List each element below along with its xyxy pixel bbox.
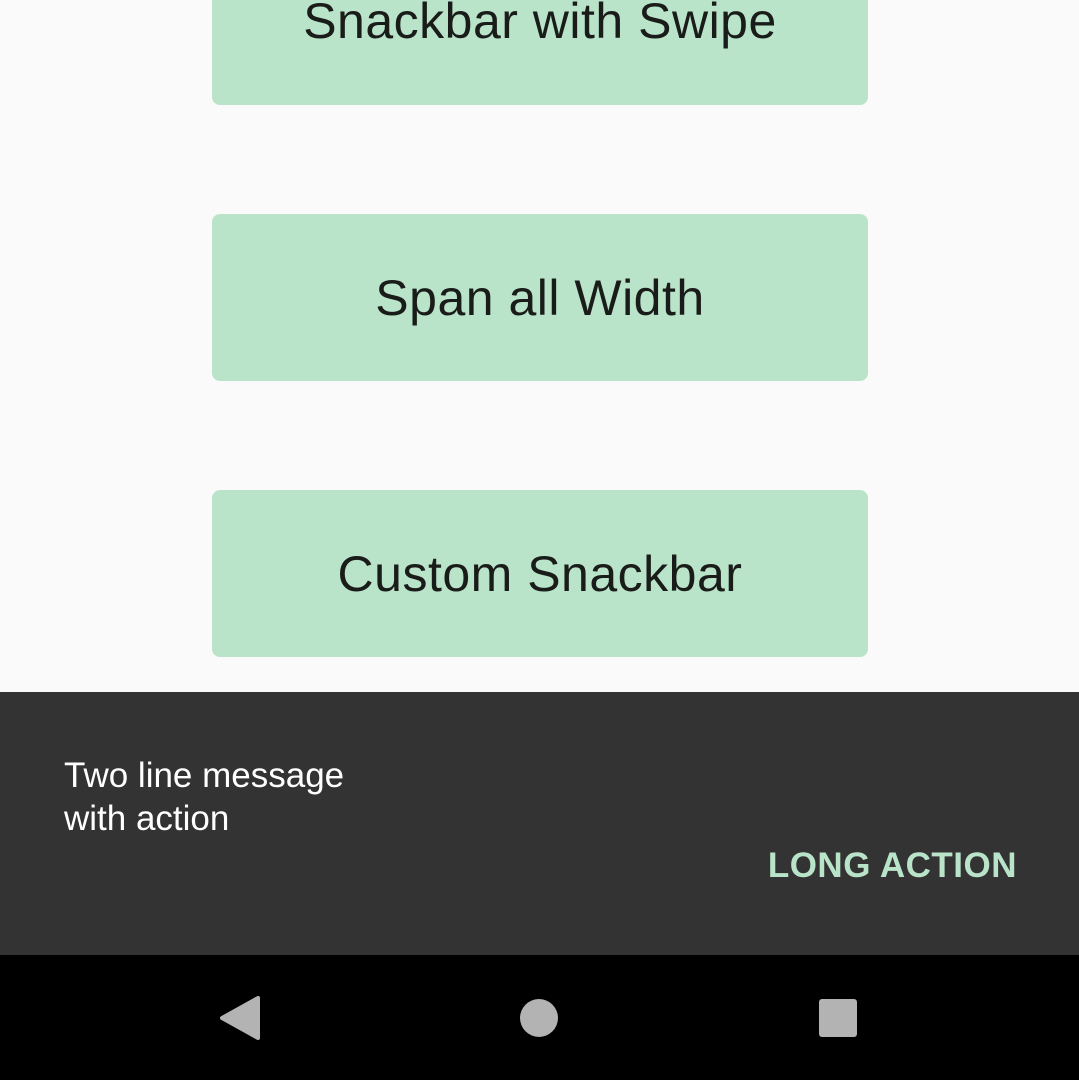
snackbar: Two line message with action LONG ACTION xyxy=(0,692,1079,955)
app-screen: Snackbar with Swipe Span all Width Custo… xyxy=(0,0,1079,1080)
custom-snackbar-button[interactable]: Custom Snackbar xyxy=(212,490,868,657)
recents-square-icon xyxy=(819,998,857,1037)
span-all-width-button[interactable]: Span all Width xyxy=(212,214,868,381)
span-all-width-label: Span all Width xyxy=(375,269,705,326)
recents-button[interactable] xyxy=(778,955,898,1080)
snackbar-message: Two line message with action xyxy=(64,754,484,840)
snackbar-action-button[interactable]: LONG ACTION xyxy=(768,846,1017,886)
home-circle-icon xyxy=(520,998,558,1037)
back-triangle-icon xyxy=(220,995,260,1040)
home-button[interactable] xyxy=(479,955,599,1080)
snackbar-message-line-2: with action xyxy=(64,799,230,838)
snackbar-with-swipe-label: Snackbar with Swipe xyxy=(303,0,777,49)
navigation-bar xyxy=(0,955,1079,1080)
custom-snackbar-label: Custom Snackbar xyxy=(337,545,743,602)
snackbar-with-swipe-button[interactable]: Snackbar with Swipe xyxy=(212,0,868,105)
snackbar-message-line-1: Two line message xyxy=(64,756,345,795)
back-button[interactable] xyxy=(180,955,300,1080)
